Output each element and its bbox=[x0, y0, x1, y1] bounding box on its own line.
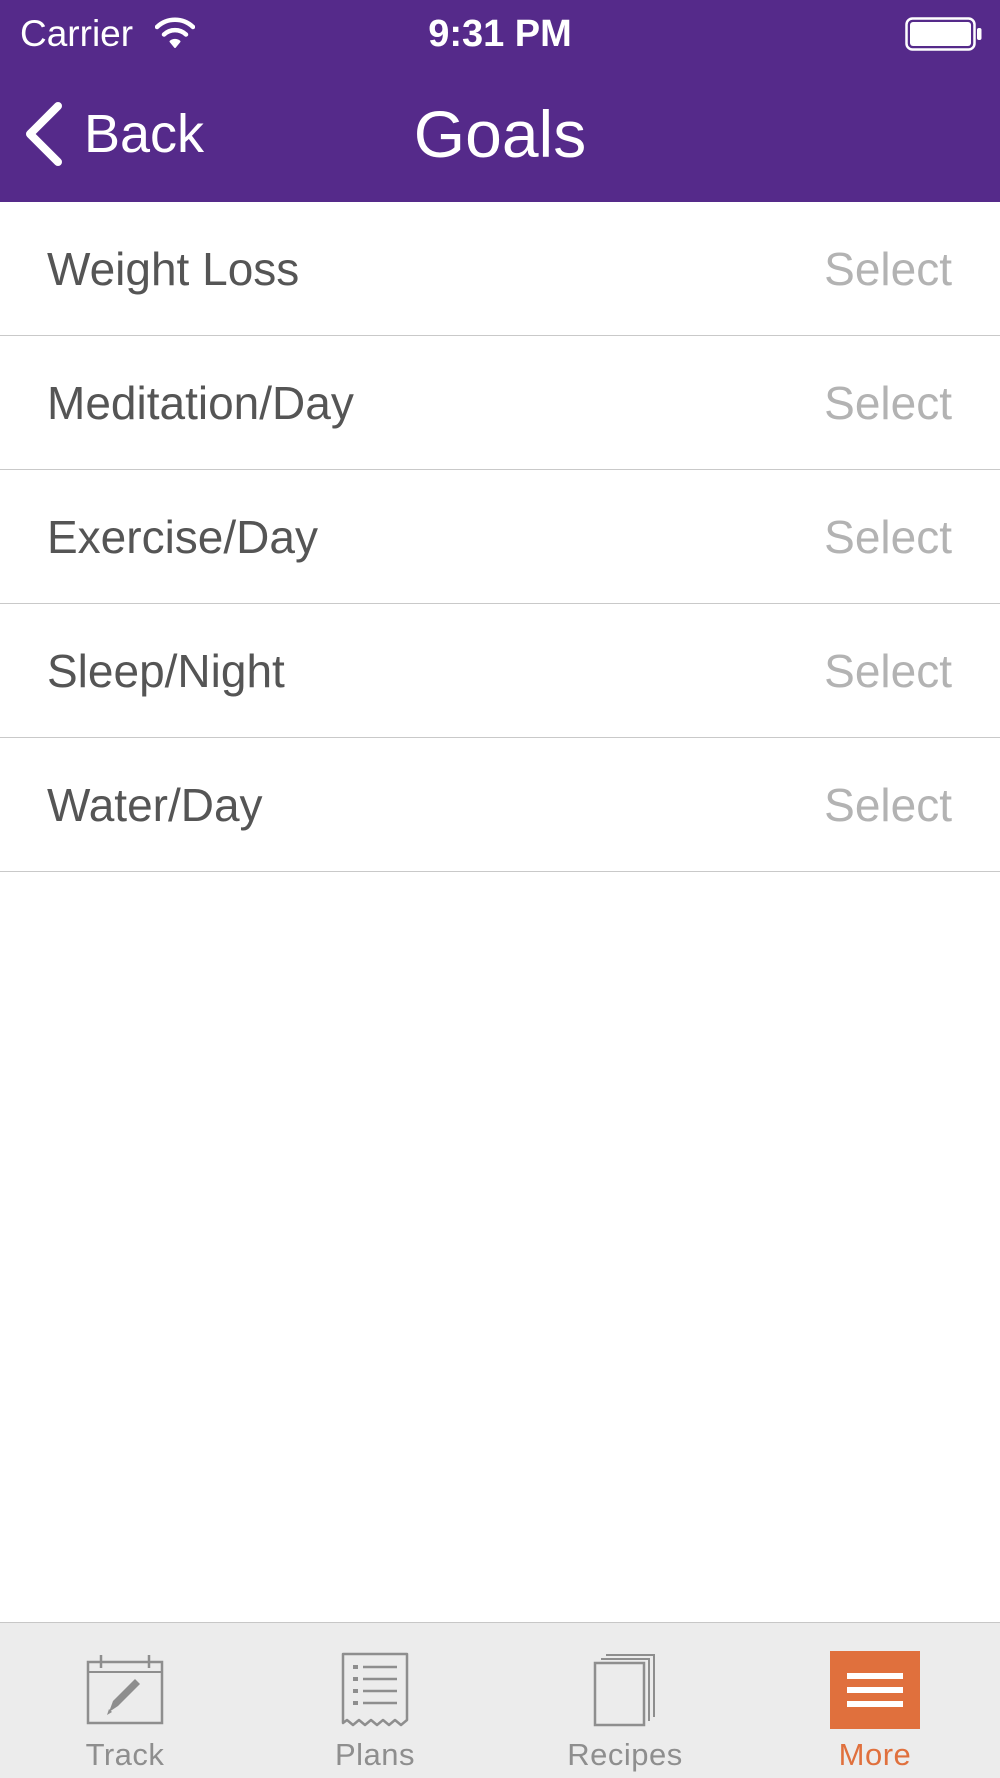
list-receipt-icon bbox=[330, 1645, 420, 1735]
goal-list: Weight Loss Select Meditation/Day Select… bbox=[0, 202, 1000, 872]
chevron-left-icon bbox=[26, 102, 62, 166]
tab-more[interactable]: More bbox=[750, 1623, 1000, 1778]
goal-select-value[interactable]: Select bbox=[824, 202, 952, 336]
status-bar: Carrier 9:31 PM bbox=[0, 0, 1000, 66]
goal-label: Meditation/Day bbox=[47, 377, 354, 429]
tab-track[interactable]: Track bbox=[0, 1623, 250, 1778]
goal-row-sleep[interactable]: Sleep/Night Select bbox=[0, 604, 1000, 738]
battery-icon bbox=[905, 17, 982, 51]
tab-plans[interactable]: Plans bbox=[250, 1623, 500, 1778]
page-title: Goals bbox=[413, 97, 587, 171]
back-button[interactable]: Back bbox=[22, 98, 204, 170]
goal-select-value[interactable]: Select bbox=[824, 336, 952, 470]
goal-select-value[interactable]: Select bbox=[824, 470, 952, 604]
goal-row-exercise[interactable]: Exercise/Day Select bbox=[0, 470, 1000, 604]
goal-row-meditation[interactable]: Meditation/Day Select bbox=[0, 336, 1000, 470]
tab-label: Track bbox=[85, 1737, 165, 1772]
tab-label: More bbox=[838, 1737, 912, 1772]
header: Carrier 9:31 PM Back Goals bbox=[0, 0, 1000, 202]
book-stack-icon bbox=[580, 1645, 670, 1735]
goal-select-value[interactable]: Select bbox=[824, 738, 952, 872]
menu-lines-icon bbox=[830, 1645, 920, 1735]
goal-select-value[interactable]: Select bbox=[824, 604, 952, 738]
status-time: 9:31 PM bbox=[428, 13, 572, 55]
tab-bar: Track Plans Recipes More bbox=[0, 1622, 1000, 1778]
nav-bar: Back Goals bbox=[0, 66, 1000, 202]
tab-recipes[interactable]: Recipes bbox=[500, 1623, 750, 1778]
more-highlight bbox=[830, 1651, 920, 1729]
tab-label: Plans bbox=[334, 1737, 416, 1772]
goal-label: Sleep/Night bbox=[47, 645, 285, 697]
goal-label: Water/Day bbox=[47, 779, 263, 831]
goal-row-water[interactable]: Water/Day Select bbox=[0, 738, 1000, 872]
goals-screen: Carrier 9:31 PM Back Goals Weight Loss S… bbox=[0, 0, 1000, 1778]
back-label: Back bbox=[84, 104, 205, 164]
goal-label: Weight Loss bbox=[47, 243, 300, 295]
tab-label: Recipes bbox=[567, 1737, 683, 1772]
goal-row-weight-loss[interactable]: Weight Loss Select bbox=[0, 202, 1000, 336]
goal-label: Exercise/Day bbox=[47, 511, 318, 563]
calendar-pencil-icon bbox=[80, 1645, 170, 1735]
